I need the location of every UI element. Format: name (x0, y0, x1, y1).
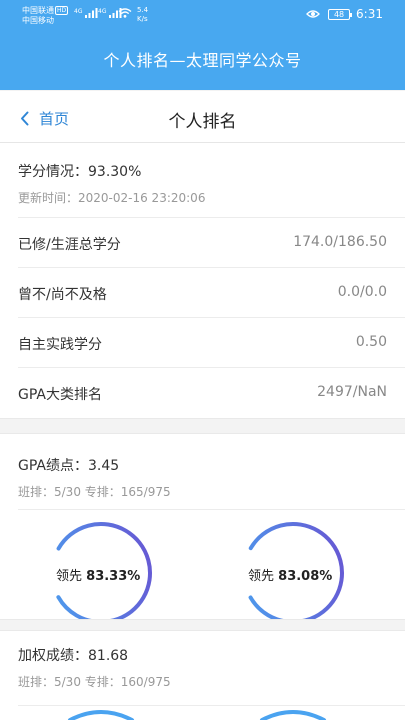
credit-heading: 学分情况：93.30% (18, 164, 142, 180)
section-divider (0, 418, 405, 434)
credit-summary: 学分情况：93.30% 更新时间：2020-02-16 23:20:06 (18, 143, 405, 218)
content-card: 首页 个人排名 学分情况：93.30% 更新时间：2020-02-16 23:2… (0, 91, 405, 720)
carrier-2: 中国移动 (22, 16, 54, 25)
gpa-heading: GPA绩点：3.45 (18, 458, 120, 474)
clock: 6:31 (356, 7, 383, 21)
status-bar: 中国联通 HD 中国移动 4G 4G 5.4 K/s 48 6:31 (0, 0, 405, 30)
wifi-icon (118, 8, 132, 20)
list-item: 曾不/尚不及格 0.0/0.0 (18, 268, 405, 318)
app-header: 中国联通 HD 中国移动 4G 4G 5.4 K/s 48 6:31 个人排名—太… (0, 0, 405, 90)
update-time: 更新时间：2020-02-16 23:20:06 (18, 191, 206, 205)
gpa-rank: 班排：5/30 专排：165/975 (18, 485, 171, 499)
weighted-rings-partial (68, 710, 326, 720)
weighted-rank: 班排：5/30 专排：160/975 (18, 675, 171, 689)
ring-1-label: 领先 83.33% (56, 569, 141, 584)
eye-icon (306, 10, 320, 18)
carrier-info: 中国联通 HD 中国移动 (22, 6, 69, 26)
list-item: 已修/生涯总学分 174.0/186.50 (18, 218, 405, 268)
weighted-heading: 加权成绩：81.68 (18, 648, 129, 664)
carrier-1: 中国联通 (22, 6, 54, 15)
battery-icon: 48 (328, 8, 353, 20)
nav-bar: 首页 个人排名 (0, 91, 405, 143)
list-item: GPA大类排名 2497/NaN (18, 384, 387, 403)
network-speed: 5.4 K/s (137, 6, 149, 23)
section-divider (0, 619, 405, 631)
app-title: 个人排名—太理同学公众号 (103, 51, 302, 70)
ring-2-label: 领先 83.08% (248, 569, 333, 584)
page-title: 个人排名 (168, 112, 237, 132)
weighted-summary: 加权成绩：81.68 班排：5/30 专排：160/975 (18, 631, 405, 706)
gpa-summary: GPA绩点：3.45 班排：5/30 专排：165/975 (18, 435, 405, 510)
signal-icon: 4G (74, 8, 98, 20)
list-item: 自主实践学分 0.50 (18, 318, 405, 368)
hd-badge: HD (55, 6, 69, 15)
